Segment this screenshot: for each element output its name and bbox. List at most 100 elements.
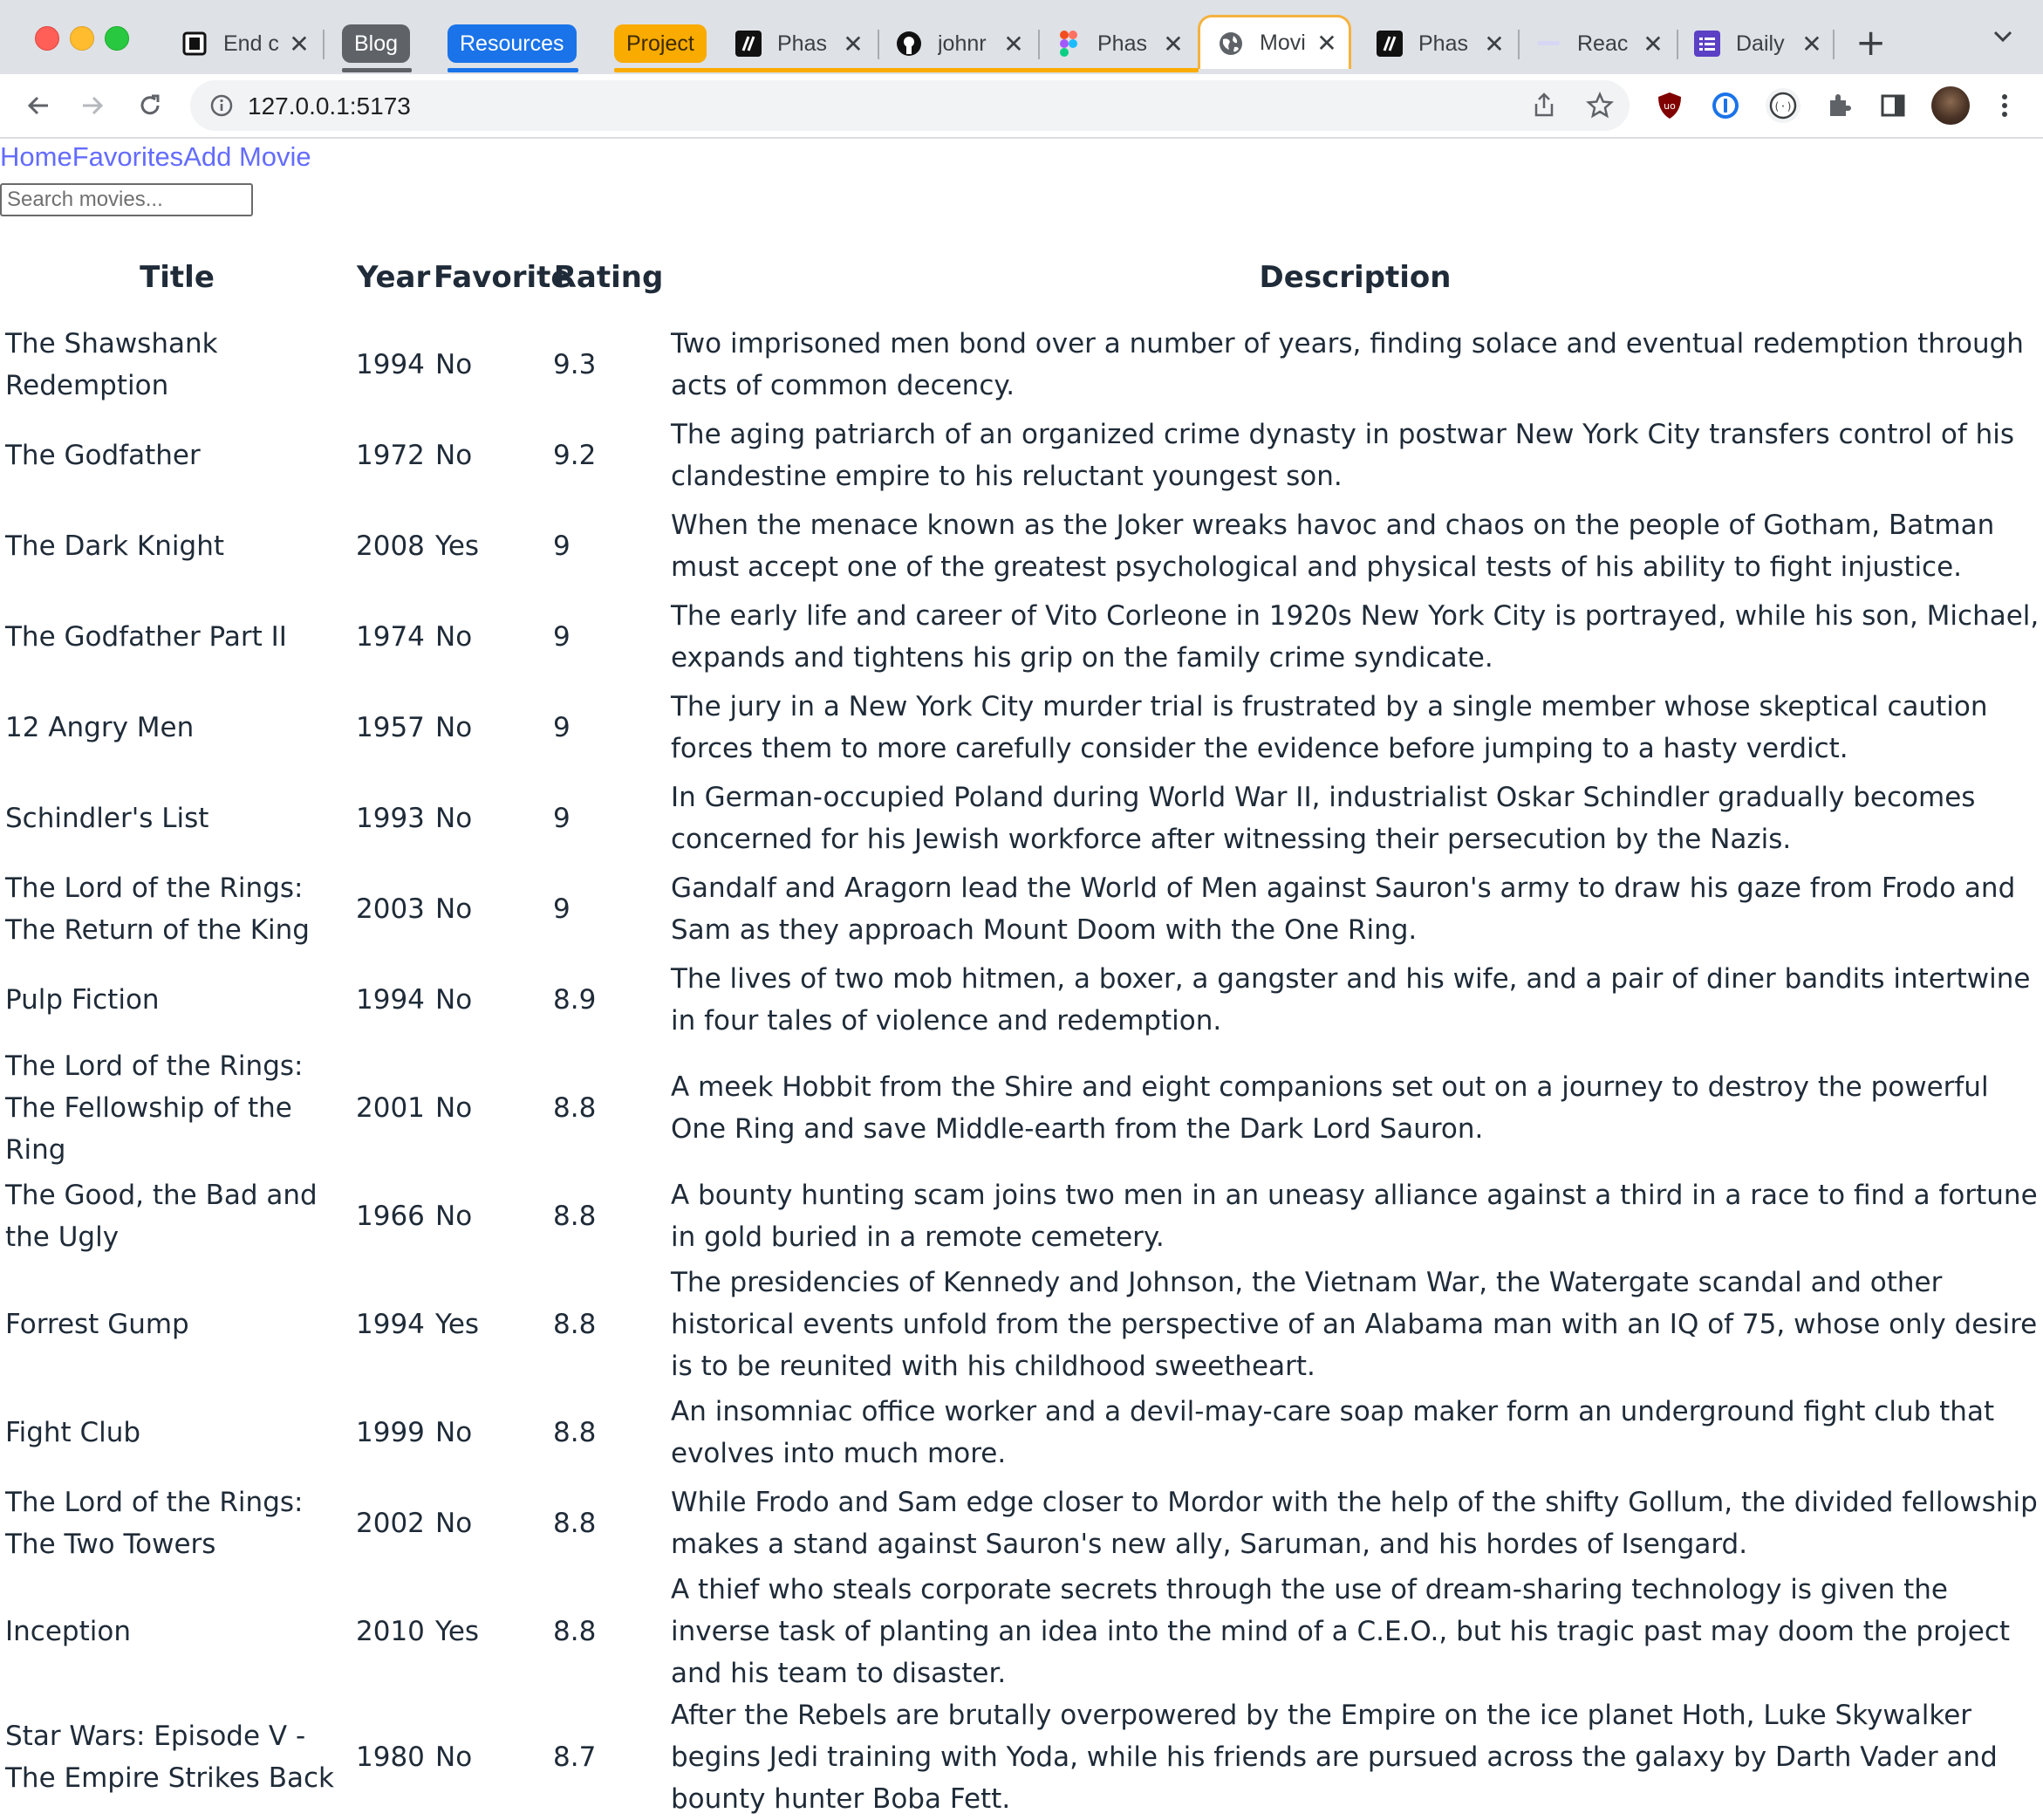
cell-title: The Good, the Bad and the Ugly	[5, 1180, 318, 1253]
cell-year: 2010	[356, 1616, 425, 1647]
tab-group-resources[interactable]: Resources	[448, 24, 577, 63]
cell-rating: 8.8	[553, 1616, 597, 1647]
header-description[interactable]: Description	[667, 236, 2043, 319]
browser-tab[interactable]: Phas ✕	[1377, 17, 1507, 70]
window-minimize-button[interactable]	[70, 26, 94, 51]
header-favorite[interactable]: Favorite	[431, 236, 571, 319]
browser-tab[interactable]: Daily ✕	[1694, 17, 1825, 70]
profile-avatar[interactable]	[1931, 86, 1970, 125]
tab-search-chevron-icon[interactable]	[1992, 30, 2013, 47]
notion-icon	[181, 31, 208, 57]
cell-year: 1994	[356, 1309, 425, 1340]
cell-description: The presidencies of Kennedy and Johnson,…	[671, 1267, 2038, 1382]
side-panel-icon[interactable]	[1877, 90, 1909, 121]
back-arrow-icon[interactable]	[23, 90, 54, 121]
cell-rating: 9	[553, 712, 571, 743]
cell-favorite: No	[435, 440, 473, 471]
browser-tab-strip: End c ✕ Blog Resources Project Phas ✕ jo…	[0, 0, 2043, 74]
search-input[interactable]	[0, 183, 253, 216]
table-row[interactable]: Schindler's List 1993 No 9 In German-occupie…	[0, 773, 2043, 864]
cell-favorite: No	[435, 803, 473, 834]
browser-tab[interactable]: End c ✕	[181, 17, 312, 70]
table-row[interactable]: The Lord of the Rings: The Fellowship of…	[0, 1045, 2043, 1171]
cell-description: A bounty hunting scam joins two men in a…	[671, 1180, 2038, 1253]
table-row[interactable]: Forrest Gump 1994 Yes 8.8 The presidencies o…	[0, 1262, 2043, 1387]
cell-favorite: No	[435, 349, 473, 380]
cell-favorite: No	[435, 621, 473, 653]
extensions-puzzle-icon[interactable]	[1823, 90, 1855, 121]
browser-tab[interactable]: johnr ✕	[896, 17, 1027, 70]
cell-title: Star Wars: Episode V - The Empire Strike…	[5, 1721, 334, 1794]
header-rating[interactable]: Rating	[550, 236, 667, 319]
tab-separator	[323, 30, 325, 59]
cell-favorite: No	[435, 712, 473, 743]
table-row[interactable]: The Lord of the Rings: The Two Towers 200…	[0, 1478, 2043, 1569]
close-icon[interactable]: ✕	[1314, 29, 1340, 58]
forward-arrow-icon[interactable]	[77, 90, 108, 121]
table-row[interactable]: The Dark Knight 2008 Yes 9 When the menace k…	[0, 501, 2043, 592]
cell-description: Two imprisoned men bond over a number of…	[671, 328, 2024, 401]
cell-title: The Dark Knight	[5, 530, 224, 562]
table-row[interactable]: Fight Club 1999 No 8.8 An insomniac office w…	[0, 1387, 2043, 1478]
cell-title: The Godfather	[5, 440, 201, 471]
browser-tab[interactable]: Phas ✕	[735, 17, 866, 70]
nav-link-add-movie[interactable]: Add Movie	[183, 141, 311, 172]
extension-react-devtools-icon[interactable]: (·)	[1766, 88, 1800, 123]
close-icon[interactable]: ✕	[1640, 30, 1666, 58]
close-icon[interactable]: ✕	[1481, 30, 1507, 58]
close-icon[interactable]: ✕	[1160, 30, 1186, 58]
cell-title: The Lord of the Rings: The Two Towers	[5, 1487, 304, 1560]
tab-title: Movi	[1260, 31, 1306, 55]
cell-favorite: Yes	[435, 1309, 480, 1340]
cell-favorite: No	[435, 893, 473, 925]
window-zoom-button[interactable]	[105, 26, 129, 51]
table-row[interactable]: The Godfather 1972 No 9.2 The aging patriarc…	[0, 410, 2043, 501]
table-row[interactable]: The Good, the Bad and the Ugly 1966 No 8.8 A…	[0, 1171, 2043, 1262]
table-row[interactable]: The Shawshank Redemption 1994 No 9.3 Two imp…	[0, 319, 2043, 410]
svg-text:uo: uo	[1664, 100, 1676, 112]
cell-title: Schindler's List	[5, 803, 209, 834]
cell-description: When the menace known as the Joker wreak…	[671, 510, 1995, 583]
close-icon[interactable]: ✕	[1799, 30, 1825, 58]
cell-favorite: No	[435, 1201, 473, 1232]
table-row[interactable]: The Lord of the Rings: The Return of the…	[0, 864, 2043, 954]
nav-link-home[interactable]: Home	[0, 141, 72, 172]
cell-rating: 8.8	[553, 1092, 597, 1124]
close-icon[interactable]: ✕	[286, 30, 312, 58]
tab-title: Phas	[1418, 31, 1468, 56]
reload-icon[interactable]	[134, 90, 166, 121]
cell-year: 2003	[356, 893, 425, 925]
site-info-icon[interactable]	[209, 93, 234, 121]
table-row[interactable]: The Godfather Part II 1974 No 9 The early li…	[0, 592, 2043, 682]
browser-tab[interactable]: Phas ✕	[1056, 17, 1186, 70]
more-menu-icon[interactable]	[1989, 90, 2020, 121]
cell-favorite: No	[435, 1508, 473, 1539]
header-year[interactable]: Year	[354, 236, 431, 319]
table-row[interactable]: 12 Angry Men 1957 No 9 The jury in a New Yor…	[0, 682, 2043, 773]
cell-description: The aging patriarch of an organized crim…	[671, 419, 2014, 492]
table-row[interactable]: Inception 2010 Yes 8.8 A thief who steals co…	[0, 1569, 2043, 1694]
table-row[interactable]: Star Wars: Episode V - The Empire Strike…	[0, 1694, 2043, 1820]
table-row[interactable]: Pulp Fiction 1994 No 8.9 The lives of two mo…	[0, 954, 2043, 1045]
close-icon[interactable]: ✕	[1001, 30, 1027, 58]
share-icon[interactable]	[1532, 92, 1556, 121]
github-icon	[896, 31, 922, 57]
nav-link-favorites[interactable]: Favorites	[72, 141, 183, 172]
close-icon[interactable]: ✕	[840, 30, 866, 58]
tab-group-blog[interactable]: Blog	[342, 24, 411, 63]
new-tab-button[interactable]: +	[1855, 21, 1886, 64]
cell-favorite: No	[435, 1092, 473, 1124]
password-manager-icon[interactable]	[1710, 90, 1741, 121]
tab-title: Daily	[1736, 31, 1785, 56]
ublock-icon[interactable]: uo	[1654, 90, 1685, 121]
tab-group-project[interactable]: Project	[614, 24, 707, 63]
cell-year: 2002	[356, 1508, 425, 1539]
browser-tab[interactable]: Reac ✕	[1535, 17, 1666, 70]
tab-separator	[1677, 30, 1678, 59]
header-title[interactable]: Title	[0, 236, 354, 319]
address-bar[interactable]: 127.0.0.1:5173	[190, 80, 1630, 131]
browser-tab-active[interactable]: Movi ✕	[1198, 15, 1351, 69]
window-close-button[interactable]	[35, 26, 59, 51]
tab-title: Reac	[1577, 31, 1629, 56]
bookmark-star-icon[interactable]	[1585, 91, 1615, 123]
